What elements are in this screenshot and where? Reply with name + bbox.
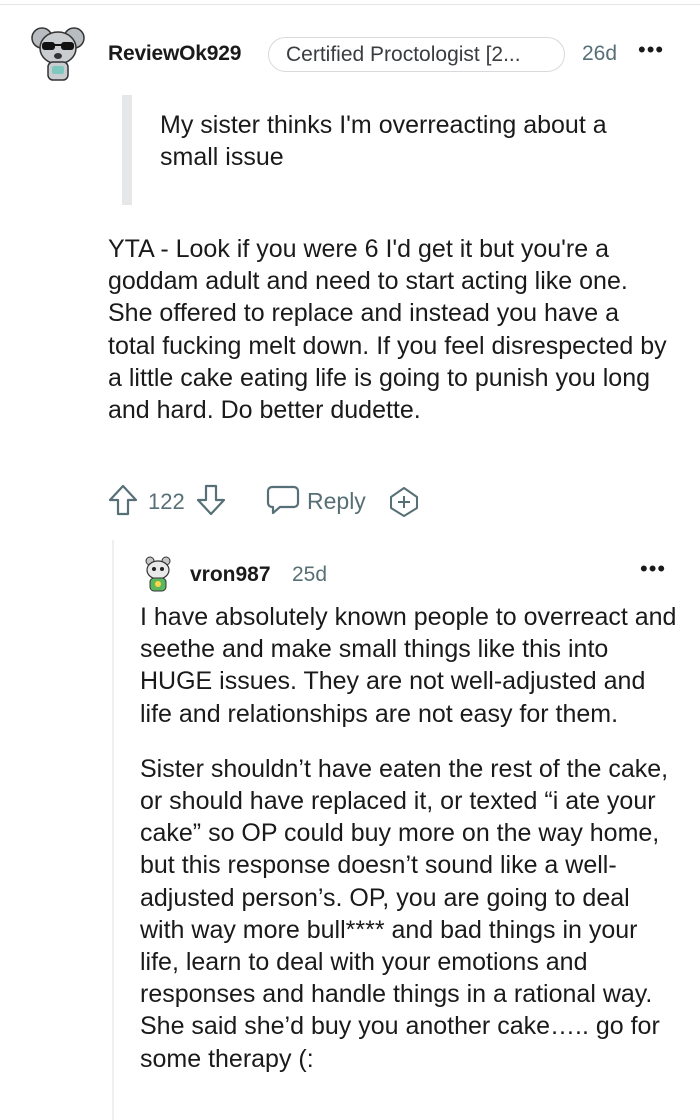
quote-bar — [122, 95, 132, 205]
top-divider — [0, 4, 700, 5]
user-flair-badge: Certified Proctologist [2... — [268, 37, 565, 72]
snoo-avatar-icon — [145, 556, 171, 592]
reply-body: I have absolutely known people to overre… — [140, 601, 680, 1098]
downvote-icon[interactable] — [196, 484, 226, 521]
reply-more-options-icon[interactable]: ••• — [640, 556, 666, 582]
upvote-icon[interactable] — [108, 484, 138, 521]
more-options-icon[interactable]: ••• — [638, 37, 664, 63]
quoted-text: My sister thinks I'm overreacting about … — [160, 111, 607, 171]
vote-score: 122 — [148, 489, 185, 514]
comment-body: YTA - Look if you were 6 I'd get it but … — [108, 235, 667, 425]
award-plus-icon[interactable] — [388, 486, 420, 523]
user-avatar[interactable] — [30, 24, 86, 84]
comment-username[interactable]: ReviewOk929 — [108, 42, 241, 66]
reply-paragraph: Sister shouldn’t have eaten the rest of … — [140, 754, 669, 1073]
reply-button[interactable]: Reply — [307, 488, 366, 515]
koala-avatar-icon — [31, 27, 85, 81]
reply-username[interactable]: vron987 — [190, 563, 271, 587]
thread-line[interactable] — [112, 540, 114, 1120]
reply-user-avatar[interactable] — [140, 555, 176, 595]
reply-paragraph: I have absolutely known people to overre… — [140, 603, 677, 728]
comment-timestamp: 26d — [582, 42, 618, 65]
reply-timestamp: 25d — [292, 563, 328, 586]
reply-bubble-icon[interactable] — [266, 484, 300, 521]
